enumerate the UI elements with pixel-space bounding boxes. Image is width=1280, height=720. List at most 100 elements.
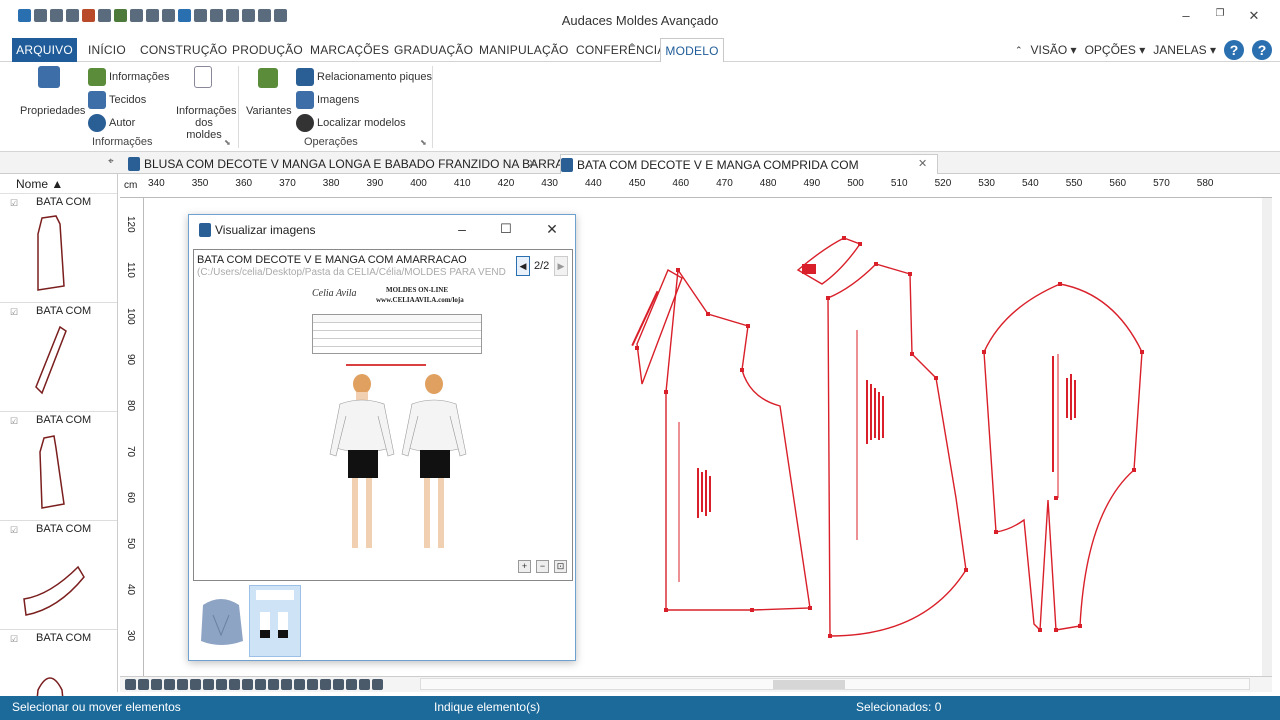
menu-graduacao[interactable]: GRADUAÇÃO: [394, 38, 473, 62]
image-navigator: ◀ 2/2 ▶: [516, 254, 568, 276]
ruler-tick-label: 580: [1196, 178, 1214, 189]
sidebar-header[interactable]: Nome ▲: [0, 174, 117, 194]
list-item[interactable]: ☑ BATA COM: [0, 194, 117, 303]
collapse-ribbon-icon[interactable]: ⌃: [1015, 45, 1023, 56]
tecidos-button[interactable]: Tecidos: [88, 91, 146, 109]
variants-icon[interactable]: [258, 68, 281, 88]
close-button[interactable]: ✕: [1244, 8, 1264, 24]
menu-conferencia[interactable]: CONFERÊNCIA: [576, 38, 666, 62]
tab-bata[interactable]: BATA COM DECOTE V E MANGA COMPRIDA COM A…: [560, 154, 938, 192]
tab-close-icon[interactable]: ✕: [528, 157, 537, 170]
shirt-icon: [88, 68, 106, 86]
status-left: Selecionar ou mover elementos: [12, 700, 181, 714]
menu-arquivo[interactable]: ARQUIVO: [12, 38, 77, 62]
zoom-window-icon[interactable]: [177, 679, 188, 690]
relacionamento-button[interactable]: Relacionamento piques: [296, 68, 432, 86]
piece-stack-icon[interactable]: [359, 679, 370, 690]
piece-move-icon[interactable]: [333, 679, 344, 690]
menu-modelo[interactable]: MODELO: [660, 38, 724, 63]
prev-image-button[interactable]: ◀: [516, 256, 530, 276]
piece-align-icon[interactable]: [346, 679, 357, 690]
grid-icon[interactable]: [242, 679, 253, 690]
propriedades-button[interactable]: Propriedades: [20, 105, 85, 117]
group-operacoes-label: Operações: [304, 136, 358, 148]
horizontal-scrollbar[interactable]: [420, 678, 1250, 690]
zoom-in-icon[interactable]: [151, 679, 162, 690]
checkbox[interactable]: ☑: [10, 307, 18, 318]
model-info-icon[interactable]: [194, 66, 215, 88]
vertical-scrollbar[interactable]: [1262, 198, 1272, 678]
menu-visao[interactable]: VISÃO ▾: [1031, 43, 1077, 57]
menu-marcacoes[interactable]: MARCAÇÕES: [310, 38, 389, 62]
minimize-button[interactable]: –: [1176, 8, 1196, 23]
autor-button[interactable]: Autor: [88, 114, 135, 132]
menu-manipulacao[interactable]: MANIPULAÇÃO: [479, 38, 569, 62]
menu-janelas[interactable]: JANELAS ▾: [1153, 43, 1216, 57]
list-item-label: BATA COM: [36, 414, 92, 426]
pin-icon[interactable]: ⌖: [108, 156, 114, 167]
zoom-out-icon[interactable]: [164, 679, 175, 690]
zoom-icon[interactable]: [138, 679, 149, 690]
tab-blusa[interactable]: BLUSA COM DECOTE V MANGA LONGA E BABADO …: [128, 154, 586, 174]
help-icon[interactable]: ?: [1224, 40, 1244, 60]
ruler-tick-label: 480: [759, 178, 777, 189]
zoom-all-icon[interactable]: [190, 679, 201, 690]
zoom-fit-icon[interactable]: ⊡: [554, 560, 567, 573]
localizar-button[interactable]: Localizar modelos: [296, 114, 406, 132]
piece-view-icon[interactable]: [372, 679, 383, 690]
list-item[interactable]: ☑ BATA COM: [0, 303, 117, 412]
dialog-close-button[interactable]: ✕: [543, 221, 561, 238]
ruler-tick-label: 390: [366, 178, 384, 189]
rotate-left-icon[interactable]: [216, 679, 227, 690]
select-icon[interactable]: [307, 679, 318, 690]
dialog-launcher-icon[interactable]: ⬊: [224, 138, 231, 147]
pattern-piece-front: [665, 269, 811, 611]
dialog-launcher-icon[interactable]: ⬊: [420, 138, 427, 147]
list-item[interactable]: ☑ BATA COM: [0, 521, 117, 630]
shirt-icon: [128, 157, 140, 171]
user-icon: [88, 114, 106, 132]
imagens-button[interactable]: Imagens: [296, 91, 359, 109]
next-image-button[interactable]: ▶: [554, 256, 568, 276]
informacoes-button[interactable]: Informações: [88, 68, 170, 86]
ruler-tick-label: 570: [1153, 178, 1170, 189]
help-about-icon[interactable]: ?: [1252, 40, 1272, 60]
checkbox[interactable]: ☑: [10, 416, 18, 427]
properties-icon[interactable]: [38, 66, 63, 88]
checkbox[interactable]: ☑: [10, 525, 18, 536]
layer-icon[interactable]: [294, 679, 305, 690]
dialog-minimize-button[interactable]: –: [453, 221, 471, 237]
pattern-piece-collar: [796, 237, 862, 285]
piece-thumbnail: [35, 325, 67, 395]
rotate-right-icon[interactable]: [229, 679, 240, 690]
menu-construcao[interactable]: CONSTRUÇÃO: [140, 38, 227, 62]
list-item[interactable]: ☑ BATA COM: [0, 412, 117, 521]
zoom-selection-icon[interactable]: [203, 679, 214, 690]
dialog-maximize-button[interactable]: ☐: [497, 221, 515, 237]
thumbnail-photo[interactable]: [195, 585, 247, 657]
variantes-button[interactable]: Variantes: [246, 105, 292, 117]
thumbnail-sheet[interactable]: [249, 585, 301, 657]
image-thumbnails: [193, 583, 573, 659]
ruler-tick-label: 490: [803, 178, 821, 189]
piece-thumbnail: [39, 435, 65, 509]
ruler-tick-label: 560: [1109, 178, 1127, 189]
zoom-in-icon[interactable]: +: [518, 560, 531, 573]
mirror-icon[interactable]: [281, 679, 292, 690]
zoom-out-icon[interactable]: −: [536, 560, 549, 573]
menu-opcoes[interactable]: OPÇÕES ▾: [1085, 43, 1146, 57]
snap-icon[interactable]: [255, 679, 266, 690]
checkbox[interactable]: ☑: [10, 634, 18, 645]
menu-producao[interactable]: PRODUÇÃO: [232, 38, 303, 62]
list-item-label: BATA COM: [36, 523, 92, 535]
piece-copy-icon[interactable]: [320, 679, 331, 690]
pan-icon[interactable]: [125, 679, 136, 690]
checkbox[interactable]: ☑: [10, 198, 18, 209]
piece-icon[interactable]: [268, 679, 279, 690]
informacoes-moldes-button[interactable]: Informações dos moldes: [176, 105, 237, 141]
restore-button[interactable]: ❐: [1210, 8, 1230, 19]
tab-close-icon[interactable]: ✕: [918, 157, 927, 170]
scroll-thumb[interactable]: [773, 680, 845, 689]
menu-inicio[interactable]: INÍCIO: [88, 38, 126, 62]
ruler-tick-label: 350: [191, 178, 209, 189]
